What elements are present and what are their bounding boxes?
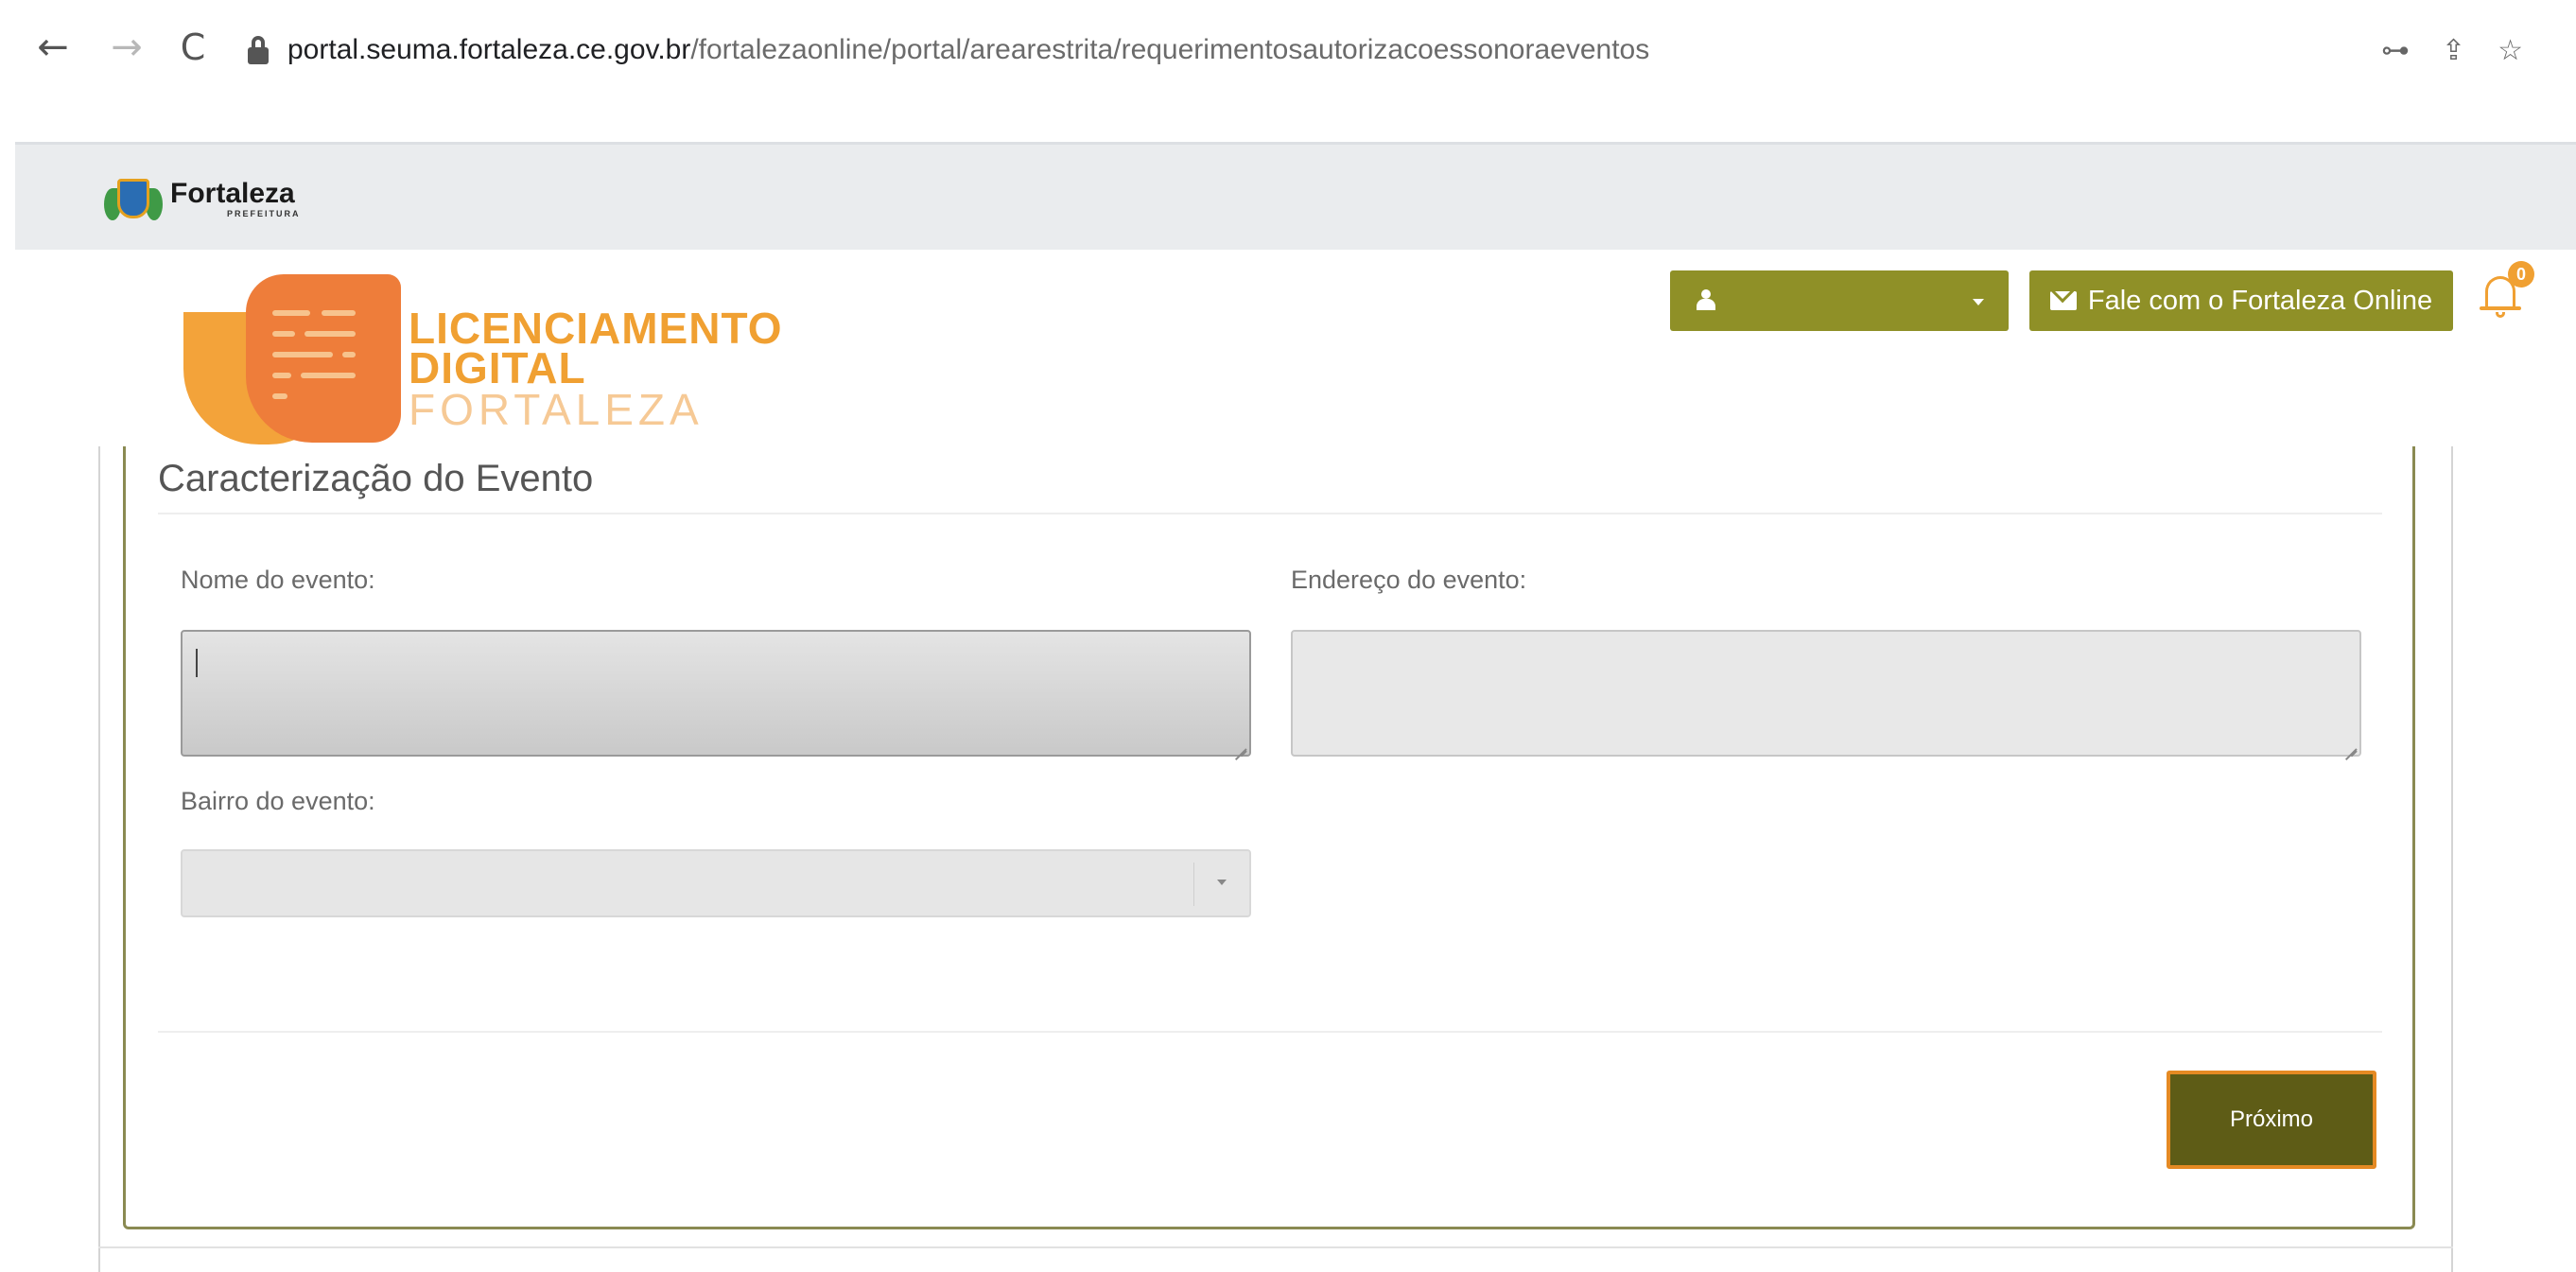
document-logo-icon [180, 269, 407, 444]
omnibox-actions: ⊶ ⇪ ☆ [2381, 30, 2523, 70]
logo-title-line3: FORTALEZA [409, 385, 704, 434]
caret-down-icon [1973, 299, 1984, 305]
event-form-panel: Caracterização do Evento Nome do evento:… [123, 446, 2415, 1229]
logo-title-line2: DIGITAL [409, 343, 586, 392]
bairro-do-evento-select[interactable] [181, 849, 1251, 917]
reload-icon[interactable]: C [172, 25, 214, 70]
address-bar[interactable]: portal.seuma.fortaleza.ce.gov.br/fortale… [225, 19, 2523, 81]
browser-toolbar: ← → C portal.seuma.fortaleza.ce.gov.br/f… [0, 0, 2576, 98]
bairro-label: Bairro do evento: [181, 787, 375, 815]
url-host: portal.seuma.fortaleza.ce.gov.br [287, 34, 691, 65]
nome-label: Nome do evento: [181, 566, 375, 594]
contact-button[interactable]: Fale com o Fortaleza Online [2029, 270, 2453, 331]
licenciamento-logo[interactable]: LICENCIAMENTO DIGITAL FORTALEZA [180, 269, 782, 448]
back-arrow-icon[interactable]: ← [32, 25, 74, 70]
nome-do-evento-field[interactable] [181, 630, 1251, 757]
endereco-do-evento-field[interactable] [1291, 630, 2361, 757]
forward-arrow-icon[interactable]: → [106, 25, 148, 70]
user-menu-button[interactable] [1670, 270, 2009, 331]
user-icon [1697, 289, 1715, 310]
prefeitura-name: Fortaleza [170, 178, 295, 209]
text-cursor [196, 649, 198, 677]
lock-icon[interactable] [248, 36, 269, 64]
share-icon[interactable]: ⇪ [2442, 34, 2465, 67]
next-button[interactable]: Próximo [2167, 1071, 2376, 1169]
divider [158, 513, 2382, 514]
section-title: Caracterização do Evento [158, 458, 594, 499]
bookmark-star-icon[interactable]: ☆ [2498, 34, 2523, 67]
url-path: /fortalezaonline/portal/arearestrita/req… [690, 34, 1650, 65]
endereco-label: Endereço do evento: [1291, 566, 1527, 594]
prefeitura-header: Fortaleza PREFEITURA [15, 142, 2576, 250]
resize-handle-icon[interactable] [1233, 739, 1246, 752]
notification-count-badge: 0 [2508, 261, 2534, 288]
divider [158, 1031, 2382, 1033]
envelope-icon [2049, 291, 2077, 310]
chevron-down-icon [1217, 880, 1227, 885]
resize-handle-icon[interactable] [2343, 739, 2357, 752]
prefeitura-subtitle: PREFEITURA [227, 209, 301, 218]
city-emblem-icon [104, 175, 163, 222]
url-text[interactable]: portal.seuma.fortaleza.ce.gov.br/fortale… [287, 32, 1649, 68]
password-key-icon[interactable]: ⊶ [2381, 34, 2410, 67]
contact-button-label: Fale com o Fortaleza Online [2087, 285, 2433, 316]
notifications-button[interactable]: 0 [2476, 261, 2542, 327]
prefeitura-logo[interactable]: Fortaleza PREFEITURA [104, 175, 301, 222]
